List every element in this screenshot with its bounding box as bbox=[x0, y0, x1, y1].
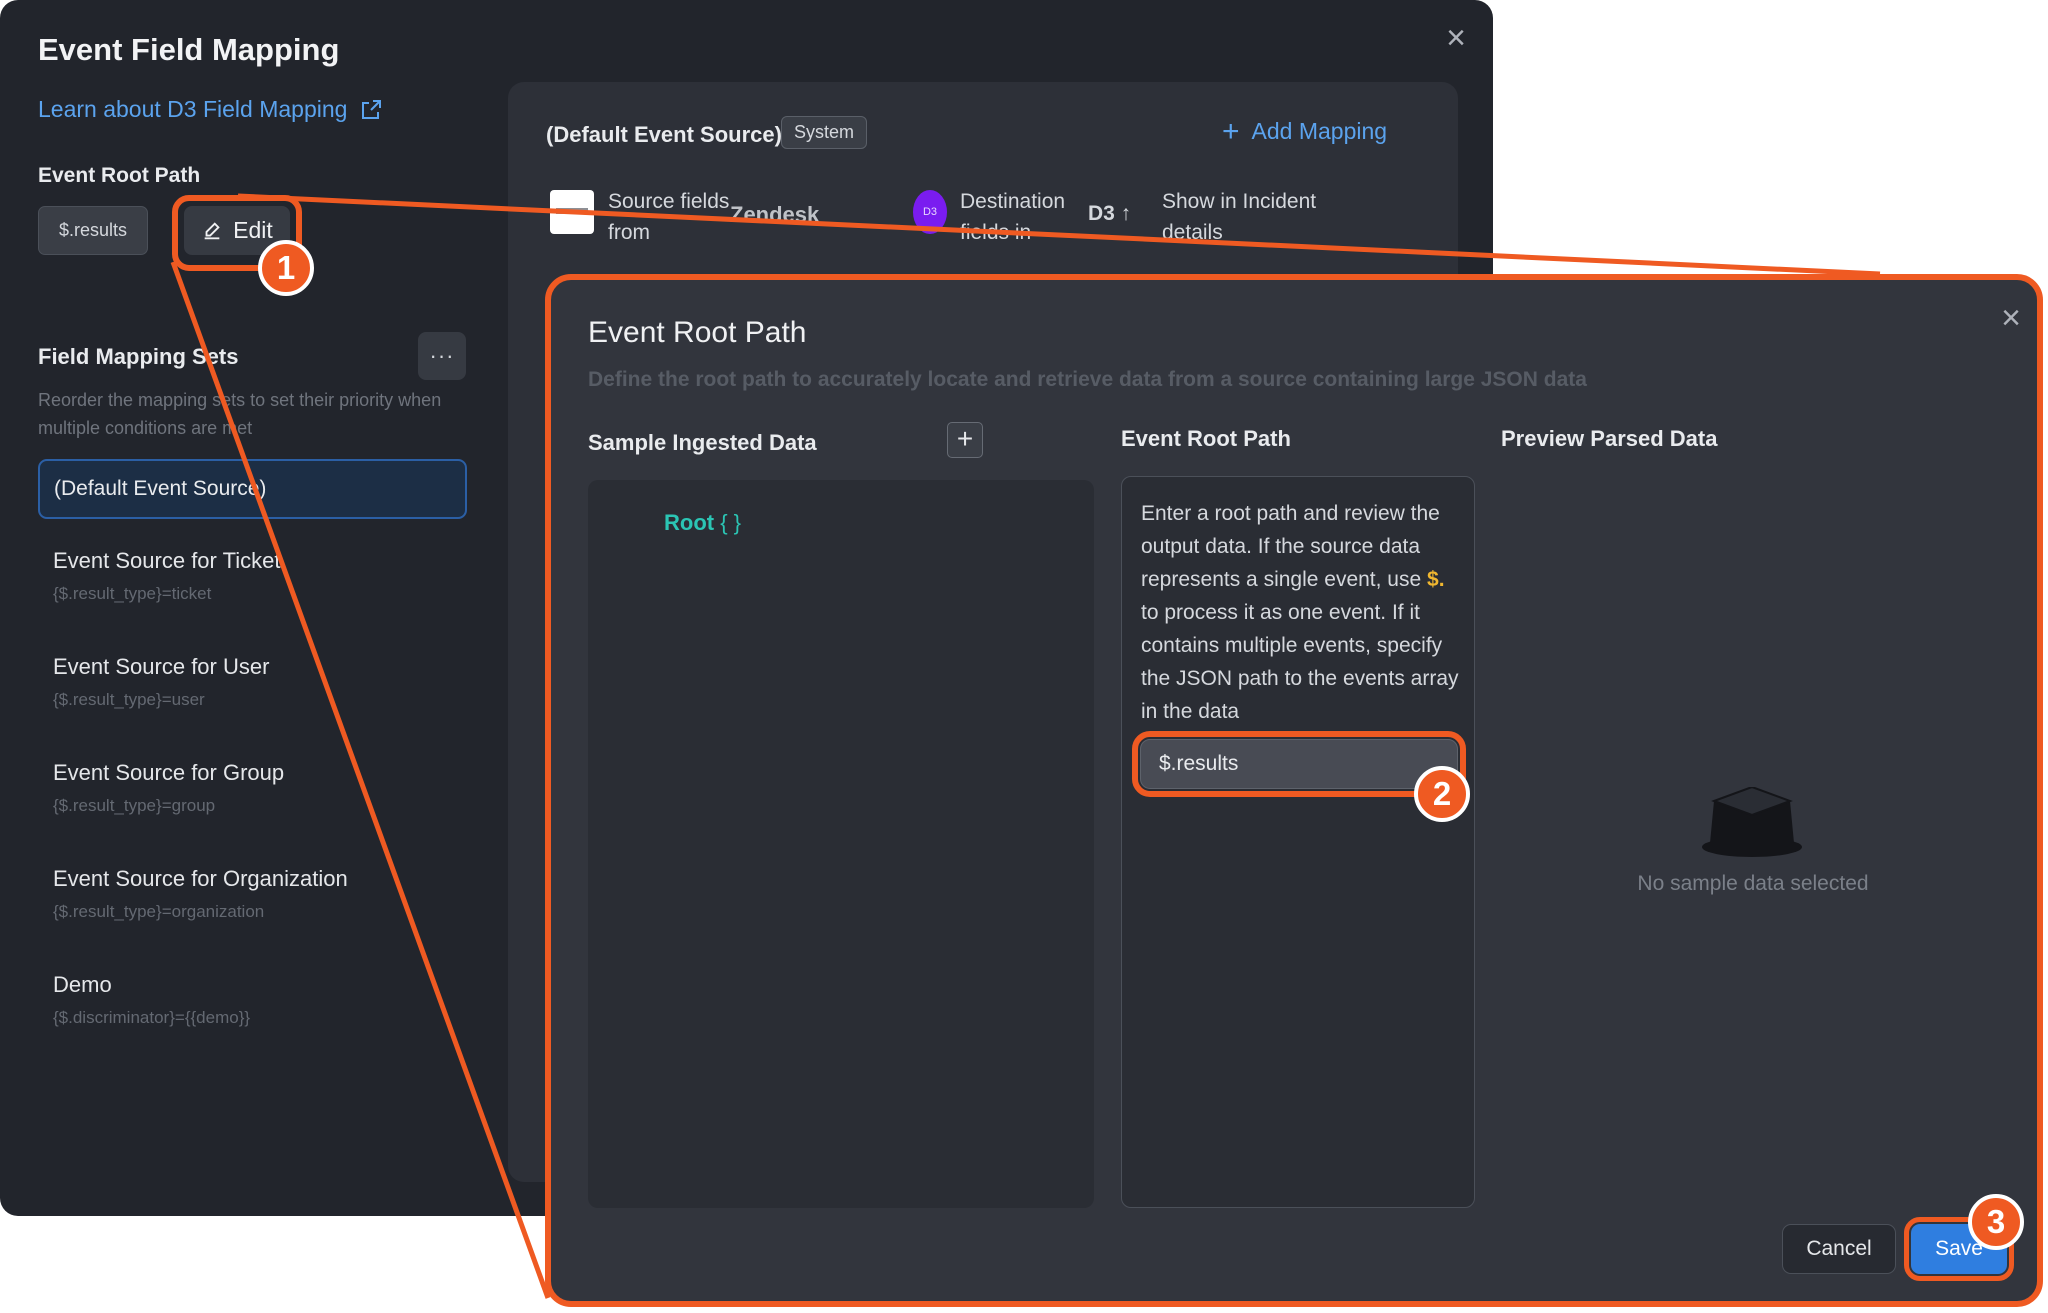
field-mapping-sets-title: Field Mapping Sets bbox=[38, 344, 239, 369]
cancel-button[interactable]: Cancel bbox=[1782, 1224, 1896, 1274]
root-path-input[interactable]: $.results bbox=[1132, 731, 1466, 797]
mapping-set-condition: {$.result_type}=user bbox=[53, 690, 205, 709]
mapping-set-condition: {$.result_type}=group bbox=[53, 796, 216, 815]
mapping-set-default[interactable]: (Default Event Source) bbox=[38, 459, 467, 519]
modal-title: Event Root Path bbox=[588, 316, 807, 349]
learn-link-label: Learn about D3 Field Mapping bbox=[38, 96, 348, 122]
add-sample-data-button[interactable]: + bbox=[947, 422, 983, 458]
root-node-label: Root bbox=[664, 510, 715, 535]
mapping-set-condition: {$.result_type}=ticket bbox=[53, 584, 212, 603]
plus-icon: + bbox=[1222, 114, 1240, 148]
modal-description: Define the root path to accurately locat… bbox=[588, 368, 1587, 391]
preview-heading: Preview Parsed Data bbox=[1501, 426, 1718, 451]
mapping-set-condition: {$.result_type}=organization bbox=[53, 902, 265, 921]
destination-name-sort[interactable]: D3 ↑ bbox=[1088, 202, 1131, 226]
mapping-set-demo[interactable]: Demo {$.discriminator}={{demo}} bbox=[53, 972, 250, 1028]
empty-box-icon bbox=[1702, 787, 1802, 857]
field-mapping-sets-description: Reorder the mapping sets to set their pr… bbox=[38, 390, 442, 438]
root-path-panel: Enter a root path and review the output … bbox=[1121, 476, 1475, 1208]
system-badge: System bbox=[781, 116, 868, 149]
root-path-help-text: Enter a root path and review the output … bbox=[1141, 502, 1459, 723]
mapping-set-organization[interactable]: Event Source for Organization {$.result_… bbox=[53, 866, 348, 922]
step-marker-2: 2 bbox=[1414, 766, 1470, 822]
more-options-button[interactable]: ··· bbox=[418, 332, 466, 380]
add-mapping-label: Add Mapping bbox=[1251, 118, 1388, 144]
mapping-set-group[interactable]: Event Source for Group {$.result_type}=g… bbox=[53, 760, 284, 816]
mapping-set-name: Demo bbox=[53, 972, 112, 997]
d3-logo-icon: D3 bbox=[913, 190, 947, 234]
source-integration-name: Zendesk bbox=[730, 202, 820, 227]
sample-data-heading: Sample Ingested Data bbox=[588, 430, 817, 455]
sample-data-tree: Root { } bbox=[588, 480, 1094, 1208]
event-root-path-label: Event Root Path bbox=[38, 164, 201, 187]
add-mapping-button[interactable]: + Add Mapping bbox=[1222, 114, 1388, 148]
json-root-node[interactable]: Root { } bbox=[664, 510, 741, 536]
mapping-set-name: Event Source for Group bbox=[53, 760, 285, 785]
close-icon[interactable]: × bbox=[1993, 300, 2029, 336]
zendesk-logo-icon bbox=[550, 190, 594, 234]
edit-label: Edit bbox=[233, 217, 273, 243]
external-link-icon bbox=[362, 99, 382, 119]
step-marker-3: 3 bbox=[1968, 1194, 2024, 1250]
mapping-set-condition: {$.discriminator}={{demo}} bbox=[53, 1008, 251, 1027]
source-fields-header: Source fields from bbox=[608, 190, 730, 244]
mapping-set-ticket[interactable]: Event Source for Ticket {$.result_type}=… bbox=[53, 548, 280, 604]
pencil-icon bbox=[204, 221, 220, 239]
mapping-set-name: Event Source for User bbox=[53, 654, 270, 679]
root-path-heading: Event Root Path bbox=[1121, 426, 1291, 451]
mapping-set-name: Event Source for Organization bbox=[53, 866, 348, 891]
step-marker-1: 1 bbox=[258, 240, 314, 296]
dialog-title: Event Field Mapping bbox=[38, 32, 340, 67]
show-in-incident-header: Show in Incident details bbox=[1162, 190, 1317, 244]
root-path-chip: $.results bbox=[38, 206, 148, 255]
mapping-set-user[interactable]: Event Source for User {$.result_type}=us… bbox=[53, 654, 269, 710]
root-node-braces: { } bbox=[720, 510, 742, 535]
mapping-set-name: Event Source for Ticket bbox=[53, 548, 281, 573]
event-root-path-modal: Event Root Path × Define the root path t… bbox=[545, 274, 2043, 1307]
panel-title: (Default Event Source) bbox=[546, 122, 782, 147]
learn-field-mapping-link[interactable]: Learn about D3 Field Mapping bbox=[38, 96, 383, 123]
destination-fields-header: Destination fields in bbox=[960, 190, 1066, 244]
close-icon[interactable]: × bbox=[1440, 21, 1472, 55]
empty-preview-text: No sample data selected bbox=[1637, 872, 1869, 895]
